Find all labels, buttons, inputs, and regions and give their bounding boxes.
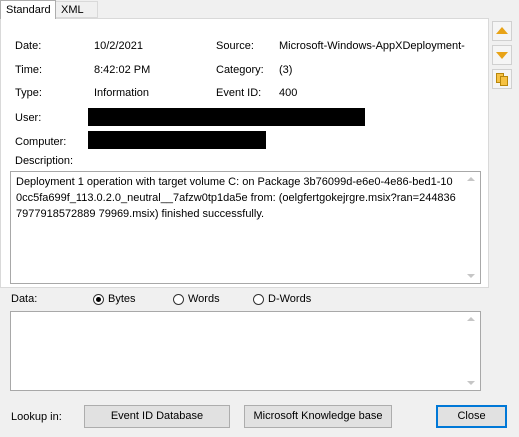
- dwords-radio-label[interactable]: D-Words: [268, 293, 311, 305]
- data-textbox[interactable]: [10, 311, 481, 391]
- event-properties-window: Standard XML Date: 10/2/2021 Time: 8:42:…: [0, 0, 519, 437]
- scroll-down-icon[interactable]: [467, 381, 475, 385]
- copy-button[interactable]: [492, 69, 512, 89]
- previous-event-icon: [496, 27, 508, 34]
- lookup-label: Lookup in:: [11, 411, 62, 423]
- words-radio-label[interactable]: Words: [188, 293, 220, 305]
- type-value: Information: [94, 87, 150, 99]
- close-button[interactable]: Close: [436, 405, 507, 428]
- data-label: Data:: [11, 293, 38, 305]
- words-radio[interactable]: [173, 294, 184, 305]
- date-label: Date:: [15, 40, 42, 52]
- data-scrollbar[interactable]: [463, 312, 480, 390]
- type-label: Type:: [15, 87, 42, 99]
- time-label: Time:: [15, 64, 43, 76]
- next-event-button[interactable]: [492, 45, 512, 65]
- scroll-up-icon[interactable]: [467, 177, 475, 181]
- user-value-redacted: [88, 108, 365, 126]
- tab-standard[interactable]: Standard: [0, 0, 56, 19]
- knowledge-base-button[interactable]: Microsoft Knowledge base: [244, 405, 392, 428]
- description-text: Deployment 1 operation with target volum…: [16, 176, 456, 220]
- bytes-radio-label[interactable]: Bytes: [108, 293, 136, 305]
- category-label: Category:: [216, 64, 264, 76]
- data-format-row: Data: Bytes Words D-Words: [0, 293, 519, 309]
- previous-event-button[interactable]: [492, 21, 512, 41]
- category-value: (3): [279, 64, 293, 76]
- computer-value-redacted: [88, 131, 266, 149]
- bytes-radio[interactable]: [93, 294, 104, 305]
- computer-label: Computer:: [15, 136, 67, 148]
- source-value: Microsoft-Windows-AppXDeployment-: [279, 40, 465, 52]
- tab-strip: Standard XML: [0, 0, 519, 19]
- date-value: 10/2/2021: [94, 40, 143, 52]
- next-event-icon: [496, 52, 508, 59]
- source-label: Source:: [216, 40, 254, 52]
- description-label: Description:: [15, 155, 74, 167]
- description-scrollbar[interactable]: [463, 172, 480, 283]
- event-id-database-button[interactable]: Event ID Database: [84, 405, 230, 428]
- scroll-up-icon[interactable]: [467, 317, 475, 321]
- description-textbox[interactable]: Deployment 1 operation with target volum…: [10, 171, 481, 284]
- user-label: User:: [15, 112, 42, 124]
- tab-xml[interactable]: XML: [56, 1, 98, 18]
- event-id-value: 400: [279, 87, 298, 99]
- event-id-label: Event ID:: [216, 87, 262, 99]
- scroll-down-icon[interactable]: [467, 274, 475, 278]
- time-value: 8:42:02 PM: [94, 64, 151, 76]
- dwords-radio[interactable]: [253, 294, 264, 305]
